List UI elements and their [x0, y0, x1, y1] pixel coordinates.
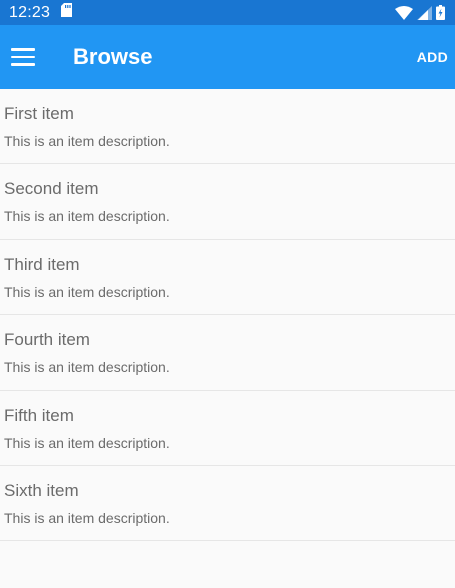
- add-button[interactable]: ADD: [417, 49, 448, 65]
- status-bar: 12:23: [0, 0, 455, 25]
- menu-line: [11, 63, 35, 66]
- item-title: Second item: [4, 179, 99, 199]
- item-list: First item This is an item description. …: [0, 89, 455, 542]
- item-description: This is an item description.: [4, 434, 170, 451]
- status-right: [395, 5, 445, 20]
- status-left: 12:23: [9, 3, 73, 22]
- status-time: 12:23: [9, 3, 51, 21]
- battery-icon: [436, 5, 445, 20]
- menu-line: [11, 48, 35, 51]
- item-description: This is an item description.: [4, 208, 170, 225]
- item-description: This is an item description.: [4, 359, 170, 376]
- item-title: Fifth item: [4, 405, 74, 425]
- menu-line: [11, 55, 35, 59]
- signal-icon: [417, 5, 432, 20]
- list-item[interactable]: First item This is an item description.: [0, 89, 455, 165]
- page-title: Browse: [73, 44, 153, 69]
- item-title: First item: [4, 104, 74, 123]
- item-title: Sixth item: [4, 480, 79, 500]
- list-item[interactable]: Fourth item This is an item description.: [0, 315, 455, 391]
- item-title: Third item: [4, 254, 80, 274]
- app-bar: Browse ADD: [0, 25, 455, 89]
- item-description: This is an item description.: [4, 133, 170, 149]
- list-item[interactable]: Second item This is an item description.: [0, 164, 455, 240]
- list-item[interactable]: Fifth item This is an item description.: [0, 391, 455, 466]
- wifi-icon: [395, 5, 413, 20]
- item-description: This is an item description.: [4, 509, 170, 526]
- item-description: This is an item description.: [4, 283, 170, 300]
- list-item[interactable]: Sixth item This is an item description.: [0, 466, 455, 542]
- list-item[interactable]: Third item This is an item description.: [0, 240, 455, 316]
- hamburger-menu-icon[interactable]: [11, 48, 35, 66]
- item-title: Fourth item: [4, 330, 90, 350]
- sd-card-icon: [61, 3, 73, 22]
